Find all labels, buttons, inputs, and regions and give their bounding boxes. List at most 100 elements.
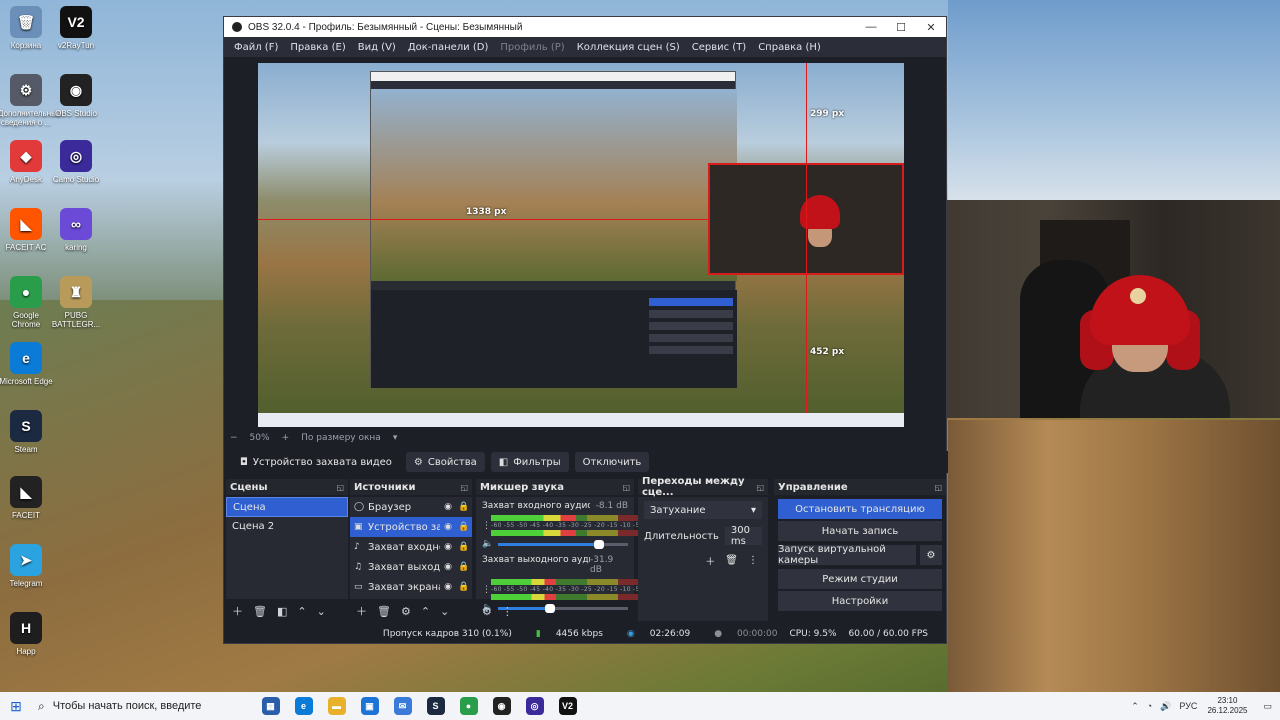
kebab-menu-icon[interactable]: ⋮ <box>502 605 513 618</box>
scene-item[interactable]: Сцена <box>226 497 348 517</box>
start-record-button[interactable]: Начать запись <box>778 521 942 541</box>
desktop-icon[interactable]: H Happ <box>0 612 54 656</box>
program-preview[interactable]: 1338 px 299 px 452 px <box>258 63 904 427</box>
undock-icon[interactable]: ◱ <box>756 483 764 492</box>
taskbar-app-explorer[interactable]: ▬ <box>320 692 353 720</box>
lock-icon[interactable]: 🔒 <box>456 562 472 572</box>
lock-icon[interactable]: 🔒 <box>456 522 472 532</box>
desktop-icon[interactable]: e Microsoft Edge <box>0 342 54 386</box>
gear-icon[interactable]: ⚙ <box>401 605 411 618</box>
desktop-icon[interactable]: S Steam <box>0 410 54 454</box>
taskbar-app-task-view[interactable]: ▦ <box>254 692 287 720</box>
undock-icon[interactable]: ◱ <box>460 483 468 492</box>
kebab-menu-icon[interactable]: ⋮ <box>482 521 491 531</box>
zoom-out-button[interactable]: − <box>230 433 238 443</box>
taskbar-app-camo[interactable]: ◎ <box>518 692 551 720</box>
desktop-icon[interactable]: ◎ Camo Studio <box>48 140 104 184</box>
undock-icon[interactable]: ◱ <box>336 483 344 492</box>
source-item-audio-input[interactable]: ♪ Захват входного аудиопотока ◉ 🔒 <box>350 537 472 557</box>
scene-item[interactable]: Сцена 2 <box>226 517 348 537</box>
source-item-audio-output[interactable]: ♫ Захват выходного аудиопотока ◉ 🔒 <box>350 557 472 577</box>
menu-help[interactable]: Справка (H) <box>752 42 827 53</box>
duration-input[interactable]: 300 ms <box>724 525 762 547</box>
minimize-button[interactable]: — <box>856 21 886 33</box>
trash-icon[interactable]: 🗑 <box>253 605 267 618</box>
menu-edit[interactable]: Правка (E) <box>284 42 351 53</box>
windows-start-icon[interactable]: ⊞ <box>0 698 32 715</box>
add-icon[interactable]: ＋ <box>232 603 243 619</box>
wifi-icon[interactable]: ◔ <box>1147 701 1152 711</box>
properties-button[interactable]: ⚙ Свойства <box>405 452 485 472</box>
eye-icon[interactable]: ◉ <box>440 522 456 532</box>
source-item-screen-capture[interactable]: ▭ Захват экрана ◉ 🔒 <box>350 577 472 597</box>
close-button[interactable]: ✕ <box>916 21 946 34</box>
desktop-icon[interactable]: 🗑 Корзина <box>0 6 54 50</box>
arrow-down-icon[interactable]: ⌄ <box>317 605 326 618</box>
speaker-icon[interactable]: 🔈 <box>482 539 494 549</box>
source-item-video-capture[interactable]: ▣ Устройство захвата видео ◉ 🔒 <box>350 517 472 537</box>
desktop-icon[interactable]: ◆ AnyDesk <box>0 140 54 184</box>
kebab-menu-icon[interactable]: ⋮ <box>482 585 491 595</box>
transition-select[interactable]: Затухание ▾ <box>644 501 762 519</box>
lock-icon[interactable]: 🔒 <box>456 582 472 592</box>
chevron-down-icon[interactable]: ▾ <box>393 433 398 443</box>
desktop-icon[interactable]: ◣ FACEIT AC <box>0 208 54 252</box>
volume-slider[interactable] <box>498 539 628 549</box>
filter-icon[interactable]: ◧ <box>277 605 287 618</box>
desktop-icon[interactable]: ➤ Telegram <box>0 544 54 588</box>
studio-mode-button[interactable]: Режим студии <box>778 569 942 589</box>
undock-icon[interactable]: ◱ <box>934 483 942 492</box>
add-icon[interactable]: ＋ <box>705 553 715 568</box>
taskbar-app-mail[interactable]: ✉ <box>386 692 419 720</box>
disconnect-button[interactable]: Отключить <box>574 452 650 472</box>
taskbar-app-store[interactable]: ▣ <box>353 692 386 720</box>
virtual-camera-button[interactable]: Запуск виртуальной камеры <box>778 544 916 566</box>
stop-stream-button[interactable]: Остановить трансляцию <box>778 499 942 519</box>
trash-icon[interactable]: 🗑 <box>725 555 738 566</box>
eye-icon[interactable]: ◉ <box>440 582 456 592</box>
menu-profile[interactable]: Профиль (P) <box>494 42 570 53</box>
gear-icon[interactable]: ⚙ <box>482 605 492 618</box>
arrow-up-icon[interactable]: ⌃ <box>421 605 430 618</box>
menu-view[interactable]: Вид (V) <box>352 42 402 53</box>
lock-icon[interactable]: 🔒 <box>456 502 472 512</box>
menu-docks[interactable]: Док-панели (D) <box>402 42 495 53</box>
zoom-mode-select[interactable]: По размеру окна <box>301 433 381 443</box>
add-icon[interactable]: ＋ <box>356 603 367 619</box>
menu-file[interactable]: Файл (F) <box>228 42 284 53</box>
menu-scene-collection[interactable]: Коллекция сцен (S) <box>571 42 686 53</box>
desktop-icon[interactable]: V2 v2RayTun <box>48 6 104 50</box>
eye-icon[interactable]: ◉ <box>440 562 456 572</box>
desktop-icon[interactable]: ♜ PUBG BATTLEGR... <box>48 276 104 329</box>
volume-icon[interactable]: 🔊 <box>1160 701 1171 712</box>
gear-icon[interactable]: ⚙ <box>920 545 942 565</box>
taskbar-app-v2raytun[interactable]: V2 <box>551 692 584 720</box>
filters-button[interactable]: ◧ Фильтры <box>490 452 569 472</box>
desktop-icon[interactable]: ◉ OBS Studio <box>48 74 104 118</box>
trash-icon[interactable]: 🗑 <box>377 605 391 618</box>
desktop-icon[interactable]: ● Google Chrome <box>0 276 54 329</box>
eye-icon[interactable]: ◉ <box>440 502 456 512</box>
desktop-icon[interactable]: ⚙ Дополнительные сведения о ... <box>0 74 61 127</box>
taskbar-app-obs[interactable]: ◉ <box>485 692 518 720</box>
maximize-button[interactable]: ☐ <box>886 21 916 34</box>
taskbar-app-steam[interactable]: S <box>419 692 452 720</box>
undock-icon[interactable]: ◱ <box>622 483 630 492</box>
kebab-menu-icon[interactable]: ⋮ <box>748 555 758 566</box>
menu-tools[interactable]: Сервис (T) <box>686 42 752 53</box>
source-item-browser[interactable]: ◯ Браузер ◉ 🔒 <box>350 497 472 517</box>
taskbar-app-chrome[interactable]: ● <box>452 692 485 720</box>
lock-icon[interactable]: 🔒 <box>456 542 472 552</box>
arrow-down-icon[interactable]: ⌄ <box>440 605 449 618</box>
zoom-in-button[interactable]: + <box>282 433 290 443</box>
taskbar-search[interactable]: ⌕ Чтобы начать поиск, введите <box>32 692 254 720</box>
eye-icon[interactable]: ◉ <box>440 542 456 552</box>
clock[interactable]: 23:10 26.12.2025 <box>1207 696 1247 716</box>
taskbar-app-edge[interactable]: e <box>287 692 320 720</box>
settings-button[interactable]: Настройки <box>778 591 942 611</box>
notification-icon[interactable]: ▭ <box>1263 701 1272 712</box>
chevron-up-icon[interactable]: ⌃ <box>1131 701 1139 712</box>
desktop-icon[interactable]: ◣ FACEIT <box>0 476 54 520</box>
arrow-up-icon[interactable]: ⌃ <box>297 605 306 618</box>
language-indicator[interactable]: РУС <box>1179 701 1197 711</box>
